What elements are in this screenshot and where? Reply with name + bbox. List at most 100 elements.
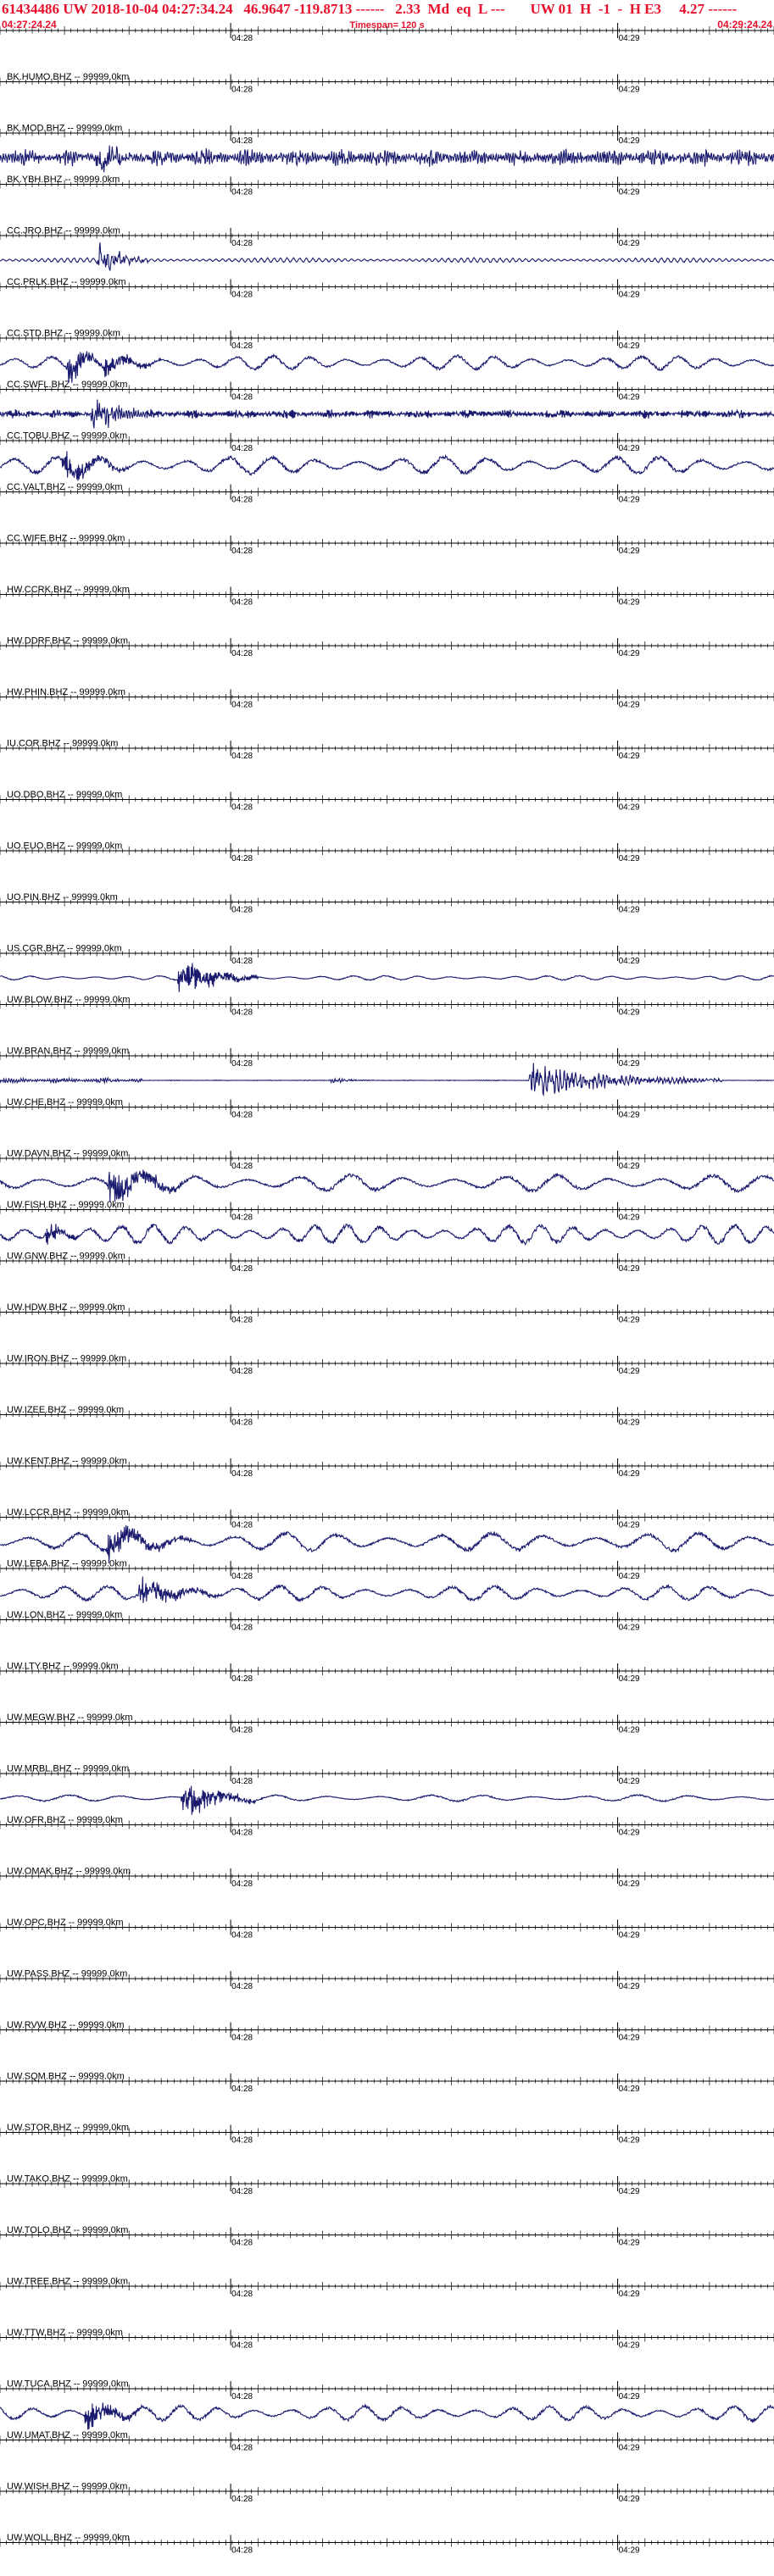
station-row: 04:28 04:29UW.LON.BHZ -- 99999.0km bbox=[0, 1561, 774, 1620]
time-tick-label: 04:28 bbox=[231, 86, 253, 95]
time-tick-label: 04:28 bbox=[231, 1674, 253, 1684]
station-row: 04:28 04:29 UW.FISH.BHZ -- 99999.0km bbox=[0, 1151, 774, 1210]
time-tick-label: 04:28 bbox=[231, 444, 253, 453]
time-tick-label: 04:28 bbox=[231, 2341, 253, 2351]
time-tick-label: 04:28 bbox=[231, 2085, 253, 2094]
time-tick-label: 04:28 bbox=[231, 854, 253, 863]
time-tick-label: 04:29 bbox=[619, 2290, 640, 2299]
station-label: UW.TTW.BHZ -- 99999.0km bbox=[7, 2328, 123, 2338]
waveform-trace bbox=[0, 1223, 774, 1246]
station-row: 04:28 04:29 CC.PRLK.BHZ -- 99999.0km bbox=[0, 228, 774, 287]
time-tick-label: 04:28 bbox=[231, 1213, 253, 1223]
station-row: 04:28 04:29UO.DBO.BHZ -- 99999.0km bbox=[0, 741, 774, 800]
time-tick-label: 04:28 bbox=[231, 1367, 253, 1376]
station-row: 04:28 04:29US.CGR.BHZ -- 99999.0km bbox=[0, 894, 774, 954]
time-tick-label: 04:28 bbox=[231, 649, 253, 658]
time-tick-label: 04:29 bbox=[619, 291, 640, 300]
station-row: 04:28 04:29UW.LEBA.BHZ -- 99999.0km bbox=[0, 1509, 774, 1569]
time-tick-label: 04:28 bbox=[231, 598, 253, 608]
time-tick-label: 04:28 bbox=[231, 1469, 253, 1479]
time-tick-label: 04:28 bbox=[231, 188, 253, 197]
time-tick-label: 04:29 bbox=[619, 1367, 640, 1376]
station-label: UW.HDW.BHZ -- 99999.0km bbox=[7, 1302, 125, 1313]
time-tick-label: 04:28 bbox=[231, 1572, 253, 1581]
station-row: 04:28 04:29 UW.STOR.BHZ -- 99999.0km bbox=[0, 2074, 774, 2133]
time-tick-label: 04:29 bbox=[619, 1008, 640, 1018]
time-tick-label: 04:29 bbox=[619, 341, 640, 351]
station-row: 04:28 04:29 UW.BRAN.BHZ -- 99999.0km bbox=[0, 997, 774, 1057]
time-tick-label: 04:28 bbox=[231, 1829, 253, 1838]
station-row: 04:28 04:29 UW.GNW.BHZ -- 99999.0km bbox=[0, 1202, 774, 1262]
station-row: 04:28 04:29UW.UMAT.BHZ -- 99999.0km bbox=[0, 2381, 774, 2440]
station-row: 04:28 04:29 UW.LTY.BHZ -- 99999.0km bbox=[0, 1612, 774, 1672]
station-row: 04:28 04:29 UW.SQM.BHZ -- 99999.0km bbox=[0, 2022, 774, 2082]
time-tick-label: 04:28 bbox=[231, 239, 253, 248]
station-row: 04:28 04:29 BK.YBH.BHZ -- 99999.0km bbox=[0, 125, 774, 185]
station-row: 04:28 04:29 UW.TOLO.BHZ -- 99999.0km bbox=[0, 2176, 774, 2235]
station-row: 04:28 04:29UO.EUO.BHZ -- 99999.0km bbox=[0, 791, 774, 852]
station-row: 04:28 04:29BK.MOD.BHZ -- 99999.0km bbox=[0, 74, 774, 134]
station-label: CC.PRLK.BHZ -- 99999.0km bbox=[7, 277, 126, 287]
time-tick-label: 04:28 bbox=[231, 1162, 253, 1171]
waveform-trace bbox=[0, 2402, 774, 2430]
time-tick-label: 04:28 bbox=[231, 957, 253, 966]
time-tick-label: 04:29 bbox=[619, 598, 640, 608]
station-row: 04:28 04:29CC.JRO.BHZ -- 99999.0km bbox=[0, 176, 774, 236]
station-row: 04:28 04:29 UW.LCCR.BHZ -- 99999.0km bbox=[0, 1458, 774, 1518]
station-row: 04:28 04:29 BK.HUMO.BHZ -- 99999.0km bbox=[0, 23, 774, 82]
station-label: UW.STOR.BHZ -- 99999.0km bbox=[7, 2123, 129, 2133]
time-tick-label: 04:29 bbox=[619, 1111, 640, 1120]
time-tick-label: 04:28 bbox=[231, 2444, 253, 2453]
time-tick-label: 04:29 bbox=[619, 906, 640, 915]
station-label: UW.WOLL.BHZ -- 99999.0km bbox=[7, 2533, 130, 2543]
station-row: 04:28 04:29 UW.BLOW.BHZ -- 99999.0km bbox=[0, 946, 774, 1005]
station-label: HW.PHIN.BHZ -- 99999.0km bbox=[7, 687, 125, 697]
station-row: 04:28 04:29 UO.PIN.BHZ -- 99999.0km bbox=[0, 843, 774, 902]
station-label: BK.YBH.BHZ -- 99999.0km bbox=[7, 175, 120, 185]
time-tick-label: 04:28 bbox=[231, 1726, 253, 1735]
time-tick-label: 04:29 bbox=[619, 1982, 640, 1991]
waveform-trace bbox=[0, 1785, 774, 1815]
station-label: UW.TOLO.BHZ -- 99999.0km bbox=[7, 2225, 128, 2235]
station-row: 04:28 04:29CC.VALT.BHZ -- 99999.0km bbox=[0, 433, 774, 492]
time-tick-label: 04:29 bbox=[619, 393, 640, 402]
time-tick-label: 04:28 bbox=[231, 341, 253, 351]
time-tick-label: 04:29 bbox=[619, 1624, 640, 1633]
time-tick-label: 04:28 bbox=[231, 1879, 253, 1889]
station-row: 04:28 04:29 UW.OFR.BHZ -- 99999.0km bbox=[0, 1766, 774, 1825]
station-label: UW.LTY.BHZ -- 99999.0km bbox=[7, 1662, 119, 1672]
waveform-trace bbox=[0, 1524, 774, 1563]
time-tick-label: 04:28 bbox=[231, 1931, 253, 1940]
time-tick-label: 04:29 bbox=[619, 1521, 640, 1530]
station-row: 04:28 04:29 UW.PASS.BHZ -- 99999.0km bbox=[0, 1919, 774, 1979]
time-tick-label: 04:29 bbox=[619, 2392, 640, 2401]
time-tick-label: 04:29 bbox=[619, 2444, 640, 2453]
time-tick-label: 04:29 bbox=[619, 2239, 640, 2248]
time-tick-label: 04:28 bbox=[231, 2392, 253, 2401]
station-row: 04:28 04:29CC.STD.BHZ -- 99999.0km bbox=[0, 279, 774, 339]
station-row: 04:28 04:29UW.TREE.BHZ -- 99999.0km bbox=[0, 2227, 774, 2287]
station-row: 04:28 04:29 UW.IZEE.BHZ -- 99999.0km bbox=[0, 1356, 774, 1415]
time-tick-label: 04:29 bbox=[619, 2495, 640, 2504]
station-row: 04:28 04:29HW.DDRF.BHZ -- 99999.0km bbox=[0, 586, 774, 647]
station-row: 04:28 04:29CC.SWFL.BHZ -- 99999.0km bbox=[0, 330, 774, 390]
station-row: 04:28 04:29 UW.TUCA.BHZ -- 99999.0km bbox=[0, 2329, 774, 2390]
time-tick-label: 04:29 bbox=[619, 2187, 640, 2196]
time-tick-label: 04:28 bbox=[231, 1777, 253, 1786]
station-label: UW.MRBL.BHZ -- 99999.0km bbox=[7, 1764, 129, 1774]
time-tick-label: 04:28 bbox=[231, 1521, 253, 1530]
waveform-trace bbox=[0, 1169, 774, 1202]
time-tick-label: 04:28 bbox=[231, 496, 253, 505]
time-tick-label: 04:29 bbox=[619, 1213, 640, 1223]
waveform-trace bbox=[0, 242, 774, 271]
time-tick-label: 04:28 bbox=[231, 2495, 253, 2504]
time-tick-label: 04:29 bbox=[619, 803, 640, 813]
time-tick-label: 04:29 bbox=[619, 649, 640, 658]
station-row: 04:28 04:29 IU.COR.BHZ -- 99999.0km bbox=[0, 689, 774, 749]
time-tick-label: 04:29 bbox=[619, 1264, 640, 1274]
time-tick-label: 04:29 bbox=[619, 1879, 640, 1889]
time-tick-label: 04:29 bbox=[619, 1316, 640, 1325]
station-row: 04:28 04:29 UW.CHE.BHZ -- 99999.0km bbox=[0, 1048, 774, 1108]
time-tick-label: 04:28 bbox=[231, 701, 253, 710]
time-tick-label: 04:28 bbox=[231, 2546, 253, 2556]
